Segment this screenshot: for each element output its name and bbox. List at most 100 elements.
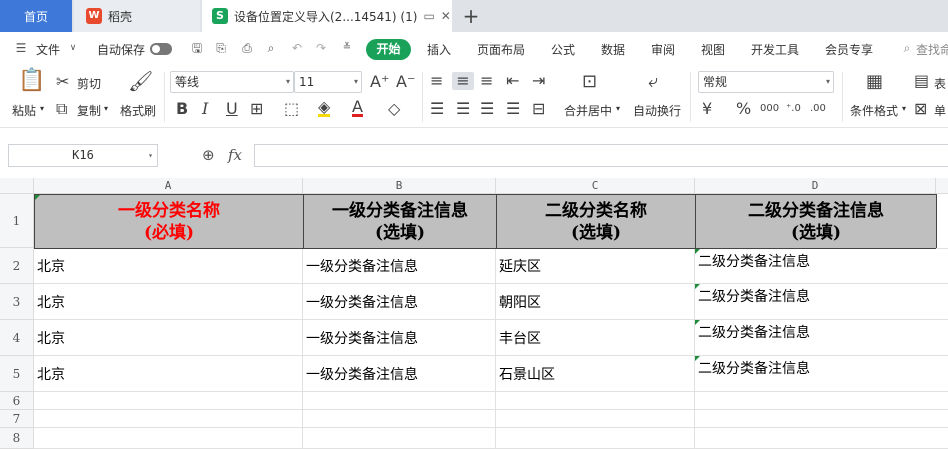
format-painter-icon[interactable]: 🖌 (128, 71, 153, 91)
align-bottom-icon[interactable]: ≡ (480, 72, 493, 90)
column-header-c[interactable]: C (496, 178, 695, 194)
cell-b1[interactable]: 一级分类备注信息 (选填) (303, 194, 497, 249)
row-header-7[interactable]: 7 (0, 410, 34, 428)
currency-icon[interactable]: ¥ (702, 100, 712, 118)
align-top-icon[interactable]: ≡ (430, 72, 443, 90)
cell-a6[interactable] (34, 392, 303, 410)
cell-c8[interactable] (496, 428, 695, 449)
bold-icon[interactable]: B (176, 100, 188, 118)
cell-d2[interactable]: 二级分类备注信息 (695, 249, 948, 284)
print-preview-icon[interactable]: ⌕ (264, 41, 278, 55)
format-painter-button[interactable]: 格式刷 (120, 102, 156, 119)
menu-page-layout[interactable]: 页面布局 (477, 41, 525, 58)
cell-a1[interactable]: 一级分类名称 (必填) (34, 194, 304, 249)
cell-a2[interactable]: 北京 (34, 249, 303, 284)
row-header-1[interactable]: 1 (0, 194, 34, 248)
menu-insert[interactable]: 插入 (427, 41, 451, 58)
redo-icon[interactable]: ↷ (314, 41, 328, 55)
align-middle-icon[interactable]: ≡ (452, 72, 474, 90)
cell-style-icon[interactable]: ⊠ (914, 100, 927, 118)
distributed-align-icon[interactable]: ⊟ (532, 100, 545, 118)
cell-style-button[interactable]: 单 (934, 102, 946, 119)
wrap-text-button[interactable]: 自动换行 (633, 102, 681, 119)
conditional-format-dropdown-icon[interactable]: ▾ (902, 104, 906, 113)
align-center-icon[interactable]: ☰ (456, 100, 470, 118)
hamburger-icon[interactable]: ☰ (14, 41, 28, 55)
cell-a3[interactable]: 北京 (34, 284, 303, 320)
cell-c6[interactable] (496, 392, 695, 410)
cell-c2[interactable]: 延庆区 (496, 249, 695, 284)
cell-b3[interactable]: 一级分类备注信息 (303, 284, 496, 320)
copy-dropdown-icon[interactable]: ▾ (104, 104, 108, 113)
row-header-6[interactable]: 6 (0, 392, 34, 410)
underline-icon[interactable]: U (226, 100, 238, 118)
cell-b6[interactable] (303, 392, 496, 410)
search-command[interactable]: 查找命 (916, 41, 948, 58)
conditional-format-icon[interactable]: ▦ (866, 73, 883, 91)
cell-c3[interactable]: 朝阳区 (496, 284, 695, 320)
cut-button[interactable]: 剪切 (77, 75, 101, 92)
thousands-separator-icon[interactable]: 000 (760, 100, 779, 118)
eraser-icon[interactable]: ◇ (388, 100, 400, 118)
paste-icon[interactable]: 📋 (18, 70, 45, 92)
cell-b7[interactable] (303, 410, 496, 428)
menu-view[interactable]: 视图 (701, 41, 725, 58)
paste-dropdown-icon[interactable]: ▾ (40, 104, 44, 113)
row-header-2[interactable]: 2 (0, 248, 34, 284)
menu-formula[interactable]: 公式 (551, 41, 575, 58)
undo-icon[interactable]: ↶ (290, 41, 304, 55)
cell-d8[interactable] (695, 428, 948, 449)
copy-icon[interactable]: ⧉ (56, 100, 67, 118)
row-header-5[interactable]: 5 (0, 356, 34, 392)
merge-dropdown-icon[interactable]: ▾ (616, 104, 620, 113)
paste-button[interactable]: 粘贴 (12, 102, 36, 119)
column-header-a[interactable]: A (34, 178, 303, 194)
cell-a4[interactable]: 北京 (34, 320, 303, 356)
increase-decimal-icon[interactable]: ⁺.0 (786, 100, 801, 118)
cell-d1[interactable]: 二级分类备注信息 (选填) (695, 194, 937, 249)
menu-member[interactable]: 会员专享 (825, 41, 873, 58)
increase-indent-icon[interactable]: ⇥ (532, 72, 545, 90)
row-header-8[interactable]: 8 (0, 428, 34, 449)
cell-a7[interactable] (34, 410, 303, 428)
close-tab-icon[interactable]: ✕ (441, 9, 451, 23)
quick-access-more-icon[interactable]: ≚ (340, 41, 354, 55)
cell-c4[interactable]: 丰台区 (496, 320, 695, 356)
cell-d4[interactable]: 二级分类备注信息 (695, 320, 948, 356)
menu-start[interactable]: 开始 (366, 39, 411, 60)
cell-d5[interactable]: 二级分类备注信息 (695, 356, 948, 392)
cell-b2[interactable]: 一级分类备注信息 (303, 249, 496, 284)
menu-file[interactable]: 文件 (36, 41, 60, 58)
new-tab-button[interactable]: + (456, 0, 486, 32)
row-header-3[interactable]: 3 (0, 284, 34, 320)
row-header-4[interactable]: 4 (0, 320, 34, 356)
column-header-d[interactable]: D (695, 178, 936, 194)
copy-button[interactable]: 复制 (77, 102, 101, 119)
save-icon[interactable]: 🖫 (190, 41, 204, 55)
tab-file[interactable]: S 设备位置定义导入(2...14541) (1) ▭ ✕ (202, 0, 452, 32)
wrap-text-icon[interactable]: ⤶ (648, 73, 658, 91)
column-header-b[interactable]: B (303, 178, 496, 194)
chevron-down-icon[interactable]: ∨ (66, 41, 80, 55)
font-name-select[interactable]: 等线 ▾ (170, 71, 294, 93)
column-header-e[interactable] (936, 178, 948, 194)
monitor-icon[interactable]: ▭ (423, 9, 434, 23)
fx-icon[interactable]: fx (228, 146, 242, 164)
border-icon[interactable]: ⊞ (250, 100, 263, 118)
merge-center-icon[interactable]: ⊡ (582, 73, 597, 91)
cell-a5[interactable]: 北京 (34, 356, 303, 392)
cell-b8[interactable] (303, 428, 496, 449)
table-style-icon[interactable]: ▤ (914, 72, 929, 90)
fill-color-icon[interactable]: ◈ (318, 99, 331, 117)
print-icon[interactable]: ⎙ (240, 41, 254, 55)
formula-input[interactable] (254, 144, 948, 167)
cell-c7[interactable] (496, 410, 695, 428)
cell-d3[interactable]: 二级分类备注信息 (695, 284, 948, 320)
increase-font-icon[interactable]: A⁺ (370, 73, 389, 91)
tab-docer[interactable]: W 稻壳 (74, 0, 200, 32)
zoom-search-icon[interactable]: ⊕ (202, 146, 215, 164)
decrease-font-icon[interactable]: A⁻ (396, 73, 415, 91)
menu-developer[interactable]: 开发工具 (751, 41, 799, 58)
number-format-select[interactable]: 常规 ▾ (698, 71, 834, 93)
percent-icon[interactable]: % (736, 100, 751, 118)
